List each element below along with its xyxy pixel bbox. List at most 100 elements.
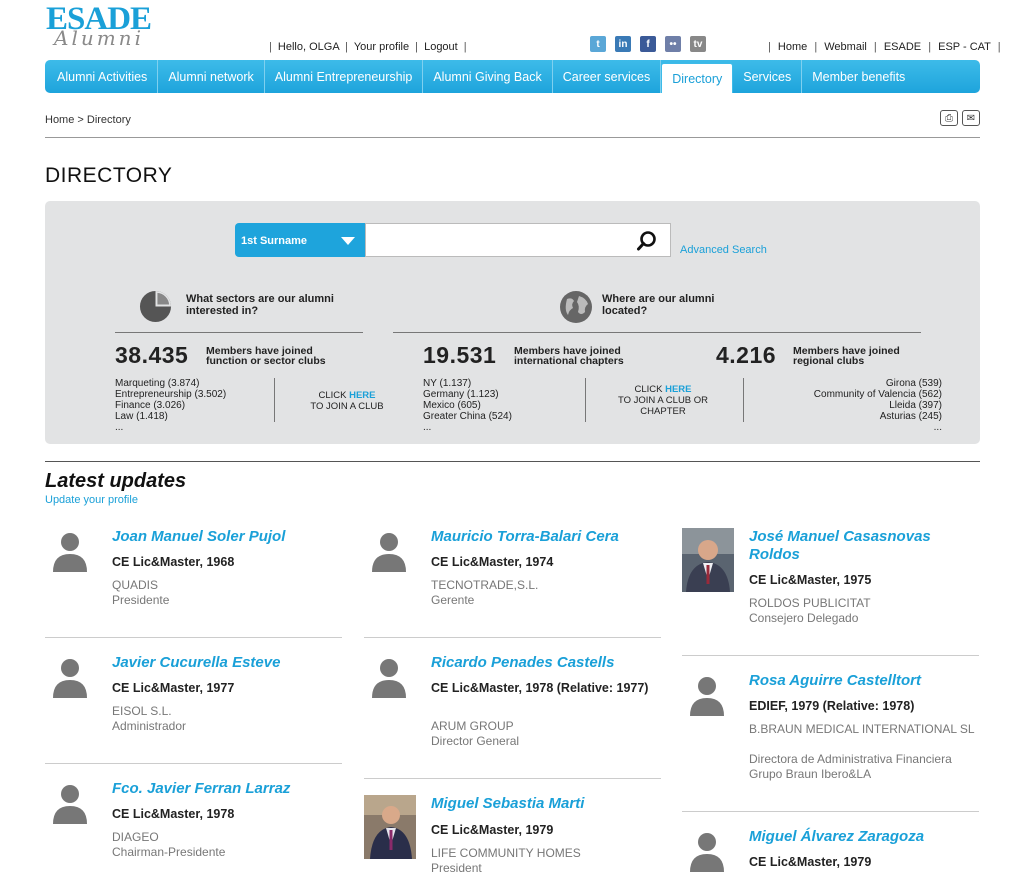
logo-sub: Alumni (54, 26, 144, 50)
profile-company: TECNOTRADE,S.L. (431, 578, 539, 592)
profile-role: President (431, 861, 482, 875)
divider (45, 763, 342, 764)
list-item[interactable]: Germany (1.123) (423, 389, 512, 400)
email-icon[interactable]: ✉ (962, 110, 980, 126)
pie-chart-icon (139, 290, 172, 323)
esade-link[interactable]: ESADE (884, 41, 921, 53)
chapters-list: NY (1.137) Germany (1.123) Mexico (605) … (423, 378, 512, 433)
divider (45, 461, 980, 462)
avatar-placeholder-icon (690, 833, 724, 872)
list-item[interactable]: NY (1.137) (423, 378, 512, 389)
search-input[interactable] (365, 223, 671, 257)
linkedin-icon[interactable]: in (615, 36, 631, 52)
profile-role: Presidente (112, 593, 170, 607)
webmail-link[interactable]: Webmail (824, 41, 867, 53)
language-link[interactable]: ESP - CAT (938, 41, 991, 53)
search-icon[interactable] (636, 230, 658, 252)
profile-company: B.BRAUN MEDICAL INTERNATIONAL SL (749, 722, 975, 736)
list-item[interactable]: Entrepreneurship (3.502) (115, 389, 226, 400)
nav-alumni-giving-back[interactable]: Alumni Giving Back (423, 60, 553, 93)
tv-icon[interactable]: tv (690, 36, 706, 52)
regional-label: Members have joined regional clubs (793, 345, 900, 367)
divider (585, 378, 586, 422)
avatar-placeholder-icon (372, 659, 406, 698)
divider (393, 332, 921, 333)
list-more[interactable]: ... (115, 422, 226, 433)
divider (45, 637, 342, 638)
profile-program: CE Lic&Master, 1975 (749, 573, 872, 587)
list-item[interactable]: Community of Valencia (562) (760, 389, 942, 400)
join-club-link[interactable]: CLICK HERE TO JOIN A CLUB (297, 390, 397, 412)
facebook-icon[interactable]: f (640, 36, 656, 52)
list-more[interactable]: ... (423, 422, 512, 433)
profile-program: CE Lic&Master, 1978 (112, 807, 235, 821)
nav-services[interactable]: Services (733, 60, 803, 93)
profile-role: Consejero Delegado (749, 611, 859, 625)
profile-photo (364, 795, 416, 859)
profile-company: QUADIS (112, 578, 159, 592)
flickr-icon[interactable]: •• (665, 36, 681, 52)
profile-name[interactable]: José Manuel Casasnovas Roldos (749, 528, 979, 564)
profile-name[interactable]: Rosa Aguirre Castelltort (749, 672, 979, 690)
sector-clubs-count: 38.435 (115, 342, 189, 368)
main-nav: Alumni Activities Alumni network Alumni … (45, 60, 980, 93)
chapters-label: Members have joined international chapte… (514, 345, 624, 367)
nav-member-benefits[interactable]: Member benefits (802, 60, 915, 93)
profile-name[interactable]: Miguel Sebastia Marti (431, 795, 661, 813)
avatar-placeholder-icon (53, 785, 87, 824)
home-link[interactable]: Home (778, 41, 807, 53)
list-item[interactable]: Mexico (605) (423, 400, 512, 411)
list-item[interactable]: Law (1.418) (115, 411, 226, 422)
social-icons: t in f •• tv (590, 36, 706, 52)
profile-role: Directora de Administrativa Financiera G… (749, 752, 952, 781)
avatar-placeholder-icon (53, 659, 87, 698)
sectors-question: What sectors are our alumni interested i… (186, 293, 334, 317)
nav-alumni-entrepreneurship[interactable]: Alumni Entrepreneurship (265, 60, 424, 93)
list-item[interactable]: Finance (3.026) (115, 400, 226, 411)
profile-name[interactable]: Miguel Álvarez Zaragoza (749, 828, 979, 846)
list-item[interactable]: Asturias (245) (760, 411, 942, 422)
profile-name[interactable]: Ricardo Penades Castells (431, 654, 661, 672)
regional-count: 4.216 (716, 342, 777, 368)
top-links: | Home | Webmail | ESADE | ESP - CAT | (768, 41, 1001, 53)
list-item[interactable]: Girona (539) (760, 378, 942, 389)
divider (115, 332, 363, 333)
profile-company: ROLDOS PUBLICITAT (749, 596, 871, 610)
nav-alumni-activities[interactable]: Alumni Activities (47, 60, 159, 93)
search-field-label: 1st Surname (241, 235, 308, 247)
page-title: DIRECTORY (45, 164, 173, 187)
print-icon[interactable]: ⎙ (940, 110, 958, 126)
profile-name[interactable]: Fco. Javier Ferran Larraz (112, 780, 342, 798)
profile-name[interactable]: Javier Cucurella Esteve (112, 654, 342, 672)
advanced-search-link[interactable]: Advanced Search (680, 244, 767, 256)
profile-program: CE Lic&Master, 1977 (112, 681, 235, 695)
list-item[interactable]: Marqueting (3.874) (115, 378, 226, 389)
esade-alumni-logo[interactable]: ESADE Alumni (46, 2, 176, 50)
profile-name[interactable]: Mauricio Torra-Balari Cera (431, 528, 661, 546)
profile-photo (682, 528, 734, 592)
profile-role: Gerente (431, 593, 475, 607)
here-link[interactable]: HERE (349, 390, 375, 401)
join-chapter-link[interactable]: CLICK HERE TO JOIN A CLUB OR CHAPTER (613, 384, 713, 417)
join-text: TO JOIN A CLUB OR CHAPTER (617, 395, 709, 417)
breadcrumb: Home > Directory (45, 114, 131, 126)
locations-question: Where are our alumni located? (602, 293, 715, 317)
profile-name[interactable]: Joan Manuel Soler Pujol (112, 528, 342, 546)
nav-alumni-network[interactable]: Alumni network (158, 60, 265, 93)
twitter-icon[interactable]: t (590, 36, 606, 52)
update-profile-link[interactable]: Update your profile (45, 494, 138, 506)
your-profile-link[interactable]: Your profile (354, 41, 409, 53)
list-more[interactable]: ... (760, 422, 942, 433)
avatar-placeholder-icon (372, 533, 406, 572)
logout-link[interactable]: Logout (424, 41, 458, 53)
nav-career-services[interactable]: Career services (553, 60, 662, 93)
globe-icon (560, 291, 592, 323)
nav-directory[interactable]: Directory (661, 63, 734, 93)
profile-role: Chairman-Presidente (112, 845, 226, 859)
search-field-select[interactable]: 1st Surname (235, 223, 365, 257)
list-item[interactable]: Greater China (524) (423, 411, 512, 422)
here-link[interactable]: HERE (665, 384, 691, 395)
list-item[interactable]: Lleida (397) (760, 400, 942, 411)
divider (743, 378, 744, 422)
user-links: | Hello, OLGA | Your profile | Logout | (269, 41, 467, 53)
